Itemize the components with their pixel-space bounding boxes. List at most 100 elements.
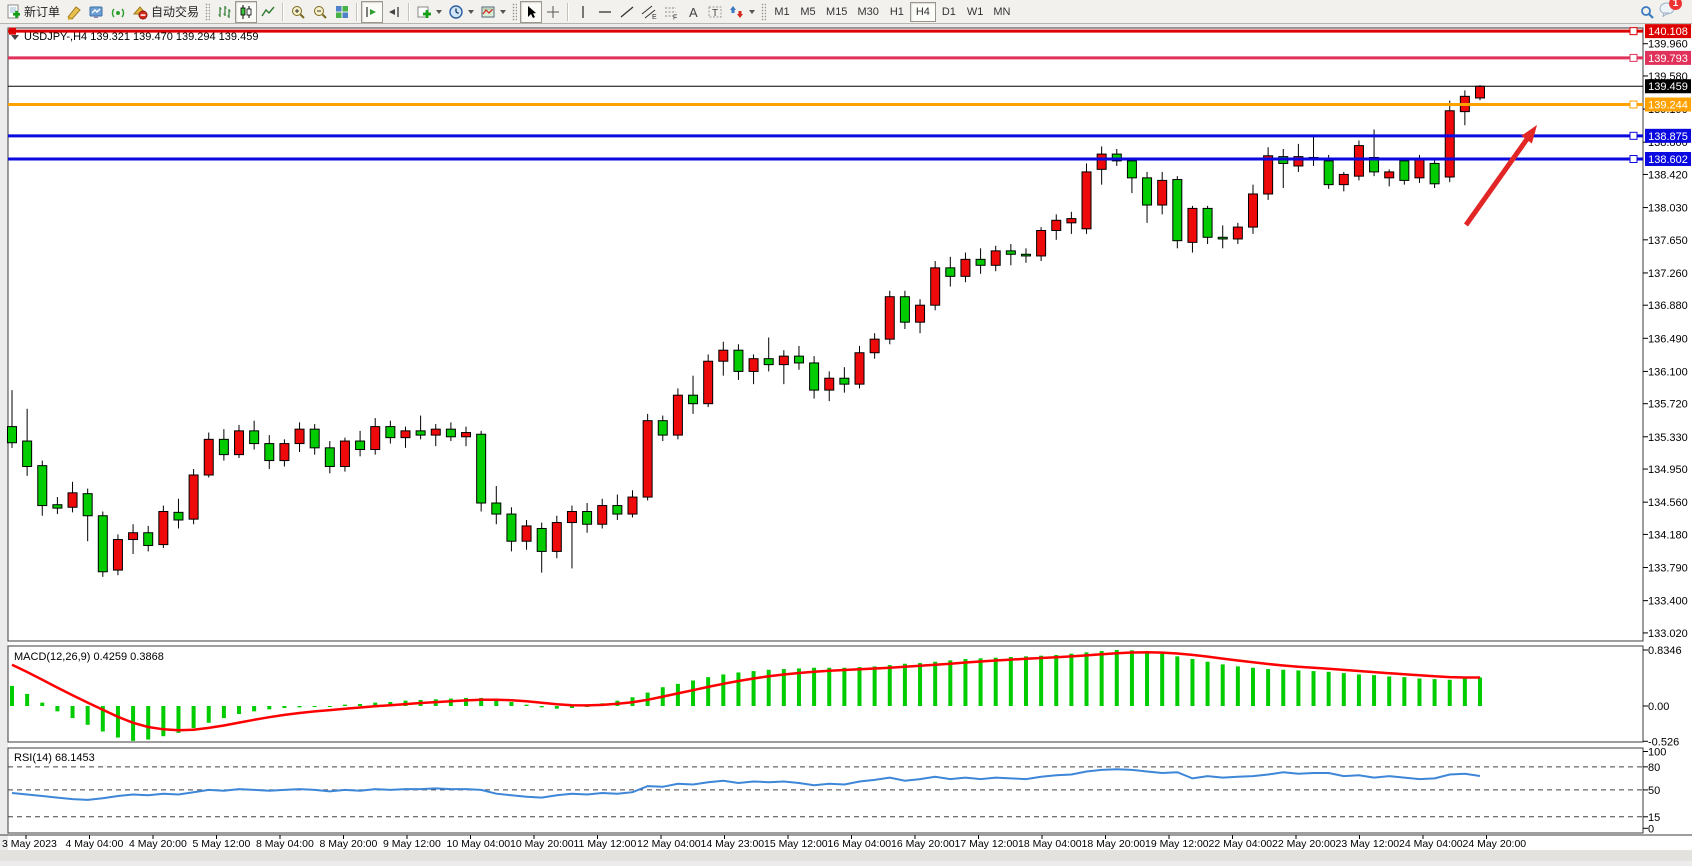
timeframe-button-W1[interactable]: W1 (962, 2, 989, 22)
toolbar: 新订单 自动交易 (0, 0, 1692, 24)
zoom-in-icon (290, 4, 306, 20)
crosshair-button[interactable] (542, 1, 564, 23)
hline-138.875[interactable]: 138.875 (8, 129, 1691, 143)
svg-text:23 May 12:00: 23 May 12:00 (1336, 838, 1400, 850)
autotrade-button[interactable]: 自动交易 (129, 1, 202, 23)
tile-windows-button[interactable] (331, 1, 353, 23)
indicators-icon (416, 4, 432, 20)
line-chart-button[interactable] (257, 1, 279, 23)
svg-text:24 May 20:00: 24 May 20:00 (1463, 838, 1527, 850)
toolbar-gripper[interactable] (512, 3, 517, 21)
svg-text:8 May 20:00: 8 May 20:00 (320, 838, 378, 850)
indicators-button[interactable] (413, 1, 445, 23)
hline-139.459[interactable]: 139.459 (8, 79, 1691, 93)
chart-canvas[interactable]: 139.960139.580139.190138.800138.420138.0… (0, 24, 1692, 861)
fibonacci-icon: F (663, 4, 679, 20)
svg-text:0.8346: 0.8346 (1648, 645, 1682, 657)
svg-text:139.459: 139.459 (1648, 81, 1688, 93)
cursor-icon (523, 4, 539, 20)
svg-text:22 May 20:00: 22 May 20:00 (1272, 838, 1336, 850)
horizontal-line-icon (597, 4, 613, 20)
timeframe-button-M5[interactable]: M5 (795, 2, 821, 22)
bar-chart-icon (216, 4, 232, 20)
timeframe-button-H1[interactable]: H1 (884, 2, 910, 22)
templates-button[interactable] (477, 1, 509, 23)
new-order-button[interactable]: 新订单 (2, 1, 63, 23)
mt4-terminal: { "toolbar": { "new_order_label": "新订单",… (0, 0, 1692, 861)
svg-text:5 May 12:00: 5 May 12:00 (193, 838, 251, 850)
signals-button[interactable] (107, 1, 129, 23)
timeframe-button-M1[interactable]: M1 (769, 2, 795, 22)
channel-icon: E (641, 4, 657, 20)
notifications-button[interactable]: 1 (1658, 1, 1676, 22)
arrows-icon (729, 4, 745, 20)
symbol-dropdown-icon (11, 35, 19, 40)
periods-button[interactable] (445, 1, 477, 23)
svg-text:4 May 20:00: 4 May 20:00 (129, 838, 187, 850)
svg-text:50: 50 (1648, 785, 1660, 797)
zoom-out-icon (312, 4, 328, 20)
auto-scroll-button[interactable] (361, 1, 383, 23)
bar-chart-button[interactable] (213, 1, 235, 23)
fibonacci-button[interactable]: F (660, 1, 682, 23)
svg-text:0: 0 (1648, 823, 1654, 835)
macd-indicator: 0.83460.00-0.526MACD(12,26,9) 0.4259 0.3… (10, 645, 1682, 748)
indicators-dropdown-caret (436, 10, 442, 14)
zoom-out-button[interactable] (309, 1, 331, 23)
vertical-line-button[interactable] (572, 1, 594, 23)
svg-text:22 May 04:00: 22 May 04:00 (1209, 838, 1273, 850)
svg-text:135.330: 135.330 (1648, 432, 1688, 444)
svg-text:12 May 04:00: 12 May 04:00 (637, 838, 701, 850)
market-watch-button[interactable] (85, 1, 107, 23)
timeframe-button-M15[interactable]: M15 (821, 2, 852, 22)
toolbar-gripper[interactable] (205, 3, 210, 21)
autotrade-icon (132, 4, 148, 20)
candlestick-chart-button[interactable] (235, 1, 257, 23)
notification-badge: 1 (1669, 0, 1682, 10)
svg-text:17 May 12:00: 17 May 12:00 (955, 838, 1019, 850)
new-chart-button[interactable] (63, 1, 85, 23)
text-button[interactable]: A (682, 1, 704, 23)
toolbar-group-drawing: E F A T (520, 0, 758, 24)
gold-pen-icon (66, 4, 82, 20)
search-button[interactable] (1636, 1, 1658, 23)
svg-text:18 May 04:00: 18 May 04:00 (1018, 838, 1082, 850)
horizontal-line-button[interactable] (594, 1, 616, 23)
toolbar-separator (408, 3, 410, 21)
svg-text:138.602: 138.602 (1648, 154, 1688, 166)
cursor-button[interactable] (520, 1, 542, 23)
svg-text:138.875: 138.875 (1648, 131, 1688, 143)
svg-text:139.793: 139.793 (1648, 53, 1688, 65)
timeframe-button-D1[interactable]: D1 (936, 2, 962, 22)
trend-arrow-annotation[interactable] (1466, 125, 1537, 225)
svg-text:15 May 12:00: 15 May 12:00 (764, 838, 828, 850)
svg-text:140.108: 140.108 (1648, 26, 1688, 38)
chart-title: USDJPY-,H4 139.321 139.470 139.294 139.4… (11, 31, 258, 43)
svg-text:136.880: 136.880 (1648, 300, 1688, 312)
zoom-in-button[interactable] (287, 1, 309, 23)
timeframe-button-MN[interactable]: MN (988, 2, 1015, 22)
timeframe-button-M30[interactable]: M30 (852, 2, 883, 22)
svg-text:16 May 04:00: 16 May 04:00 (828, 838, 892, 850)
svg-text:11 May 12:00: 11 May 12:00 (574, 838, 637, 850)
svg-text:80: 80 (1648, 762, 1660, 774)
svg-text:133.790: 133.790 (1648, 563, 1688, 575)
arrows-button[interactable] (726, 1, 758, 23)
svg-text:3 May 2023: 3 May 2023 (2, 838, 57, 850)
time-axis[interactable]: 3 May 20234 May 04:004 May 20:005 May 12… (2, 835, 1526, 850)
svg-text:100: 100 (1648, 747, 1666, 759)
timeframe-button-H4[interactable]: H4 (910, 2, 936, 22)
hline-139.793[interactable]: 139.793 (8, 51, 1691, 65)
toolbar-group-chart-type (213, 0, 509, 24)
chart-shift-button[interactable] (383, 1, 405, 23)
trendline-button[interactable] (616, 1, 638, 23)
equidistant-channel-button[interactable]: E (638, 1, 660, 23)
svg-text:18 May 20:00: 18 May 20:00 (1082, 838, 1146, 850)
chart-shift-icon (386, 4, 402, 20)
toolbar-gripper[interactable] (761, 3, 766, 21)
text-label-button[interactable]: T (704, 1, 726, 23)
crosshair-icon (545, 4, 561, 20)
hline-139.244[interactable]: 139.244 (8, 97, 1691, 111)
chart-window[interactable]: 139.960139.580139.190138.800138.420138.0… (0, 24, 1692, 861)
svg-text:F: F (673, 14, 677, 20)
